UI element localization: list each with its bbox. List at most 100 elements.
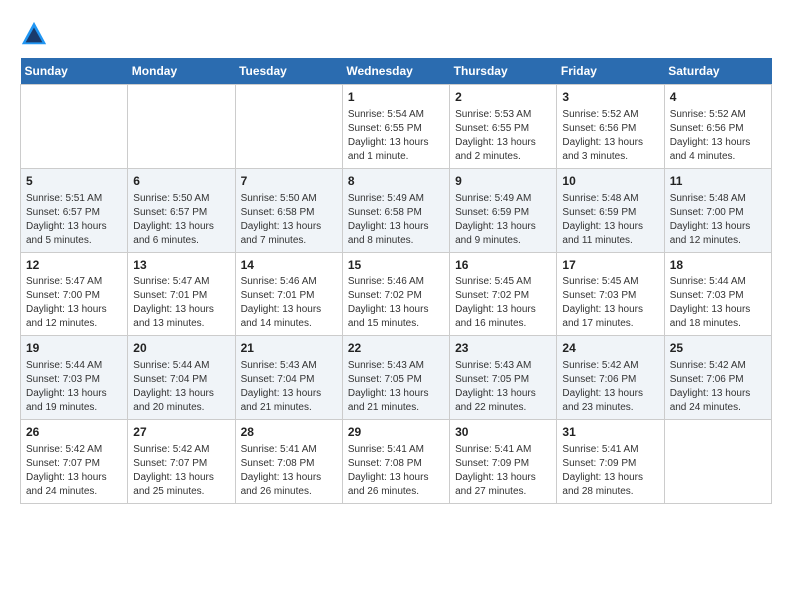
calendar-cell: 8 Sunrise: 5:49 AMSunset: 6:58 PMDaylight… [342,168,449,252]
day-content: Sunrise: 5:52 AMSunset: 6:56 PMDaylight:… [562,108,658,164]
day-number: 18 [670,257,766,274]
day-number: 13 [133,257,229,274]
calendar-cell: 30Sunrise: 5:41 AMSunset: 7:09 PMDayligh… [450,420,557,504]
calendar-cell: 3 Sunrise: 5:52 AMSunset: 6:56 PMDaylight… [557,85,664,169]
day-content: Sunrise: 5:49 AMSunset: 6:58 PMDaylight:… [348,192,444,248]
calendar-cell: 25 Sunrise: 5:42 AMSunset: 7:06 PMDayligh… [664,336,771,420]
day-content: Sunrise: 5:45 AMSunset: 7:03 PMDaylight:… [562,275,658,331]
day-number: 19 [26,340,122,357]
day-content: Sunrise: 5:44 AMSunset: 7:03 PMDaylight:… [670,275,766,331]
day-number: 6 [133,173,229,190]
day-number: 29 [348,424,444,441]
day-number: 22 [348,340,444,357]
calendar-cell: 28 Sunrise: 5:41 AMSunset: 7:08 PMDayligh… [235,420,342,504]
day-content: Sunrise: 5:47 AMSunset: 7:00 PMDaylight:… [26,275,122,331]
calendar-cell: 1 Sunrise: 5:54 AMSunset: 6:55 PMDaylight… [342,85,449,169]
calendar-cell: 13Sunrise: 5:47 AMSunset: 7:01 PMDayligh… [128,252,235,336]
day-content: Sunrise: 5:48 AMSunset: 7:00 PMDaylight:… [670,192,766,248]
day-number: 26 [26,424,122,441]
day-content: Sunrise: 5:47 AMSunset: 7:01 PMDaylight:… [133,275,229,331]
calendar-cell: 7 Sunrise: 5:50 AMSunset: 6:58 PMDaylight… [235,168,342,252]
calendar-header-monday: Monday [128,58,235,85]
calendar-cell: 24 Sunrise: 5:42 AMSunset: 7:06 PMDayligh… [557,336,664,420]
calendar-cell: 18Sunrise: 5:44 AMSunset: 7:03 PMDayligh… [664,252,771,336]
day-content: Sunrise: 5:46 AMSunset: 7:02 PMDaylight:… [348,275,444,331]
day-content: Sunrise: 5:54 AMSunset: 6:55 PMDaylight:… [348,108,444,164]
calendar-header-wednesday: Wednesday [342,58,449,85]
calendar-body: 1 Sunrise: 5:54 AMSunset: 6:55 PMDaylight… [21,85,772,504]
day-content: Sunrise: 5:43 AMSunset: 7:04 PMDaylight:… [241,359,337,415]
day-number: 25 [670,340,766,357]
calendar-cell: 12Sunrise: 5:47 AMSunset: 7:00 PMDayligh… [21,252,128,336]
day-content: Sunrise: 5:43 AMSunset: 7:05 PMDaylight:… [348,359,444,415]
day-number: 3 [562,89,658,106]
day-content: Sunrise: 5:42 AMSunset: 7:07 PMDaylight:… [26,443,122,499]
day-content: Sunrise: 5:46 AMSunset: 7:01 PMDaylight:… [241,275,337,331]
day-number: 20 [133,340,229,357]
calendar-table: SundayMondayTuesdayWednesdayThursdayFrid… [20,58,772,504]
day-number: 8 [348,173,444,190]
day-content: Sunrise: 5:41 AMSunset: 7:08 PMDaylight:… [241,443,337,499]
calendar-header-sunday: Sunday [21,58,128,85]
calendar-week-row: 5Sunrise: 5:51 AMSunset: 6:57 PMDaylight… [21,168,772,252]
day-number: 23 [455,340,551,357]
day-content: Sunrise: 5:53 AMSunset: 6:55 PMDaylight:… [455,108,551,164]
calendar-header-saturday: Saturday [664,58,771,85]
day-number: 2 [455,89,551,106]
calendar-cell: 16Sunrise: 5:45 AMSunset: 7:02 PMDayligh… [450,252,557,336]
calendar-cell: 11 Sunrise: 5:48 AMSunset: 7:00 PMDayligh… [664,168,771,252]
calendar-week-row: 19 Sunrise: 5:44 AMSunset: 7:03 PMDayligh… [21,336,772,420]
calendar-cell: 14Sunrise: 5:46 AMSunset: 7:01 PMDayligh… [235,252,342,336]
day-content: Sunrise: 5:42 AMSunset: 7:06 PMDaylight:… [670,359,766,415]
day-content: Sunrise: 5:41 AMSunset: 7:08 PMDaylight:… [348,443,444,499]
day-content: Sunrise: 5:52 AMSunset: 6:56 PMDaylight:… [670,108,766,164]
calendar-cell: 17Sunrise: 5:45 AMSunset: 7:03 PMDayligh… [557,252,664,336]
day-content: Sunrise: 5:41 AMSunset: 7:09 PMDaylight:… [562,443,658,499]
day-content: Sunrise: 5:49 AMSunset: 6:59 PMDaylight:… [455,192,551,248]
calendar-week-row: 12Sunrise: 5:47 AMSunset: 7:00 PMDayligh… [21,252,772,336]
calendar-week-row: 1 Sunrise: 5:54 AMSunset: 6:55 PMDaylight… [21,85,772,169]
calendar-cell: 20Sunrise: 5:44 AMSunset: 7:04 PMDayligh… [128,336,235,420]
day-number: 1 [348,89,444,106]
calendar-header-friday: Friday [557,58,664,85]
calendar-cell: 27Sunrise: 5:42 AMSunset: 7:07 PMDayligh… [128,420,235,504]
calendar-cell [235,85,342,169]
day-number: 17 [562,257,658,274]
calendar-cell: 2 Sunrise: 5:53 AMSunset: 6:55 PMDaylight… [450,85,557,169]
day-number: 24 [562,340,658,357]
calendar-header-tuesday: Tuesday [235,58,342,85]
calendar-cell: 22 Sunrise: 5:43 AMSunset: 7:05 PMDayligh… [342,336,449,420]
page-header [20,20,772,48]
day-content: Sunrise: 5:42 AMSunset: 7:06 PMDaylight:… [562,359,658,415]
day-number: 7 [241,173,337,190]
day-number: 31 [562,424,658,441]
day-number: 11 [670,173,766,190]
day-content: Sunrise: 5:50 AMSunset: 6:57 PMDaylight:… [133,192,229,248]
calendar-cell: 5Sunrise: 5:51 AMSunset: 6:57 PMDaylight… [21,168,128,252]
calendar-cell: 21 Sunrise: 5:43 AMSunset: 7:04 PMDayligh… [235,336,342,420]
day-number: 21 [241,340,337,357]
day-number: 9 [455,173,551,190]
calendar-cell: 29 Sunrise: 5:41 AMSunset: 7:08 PMDayligh… [342,420,449,504]
calendar-cell [664,420,771,504]
day-number: 27 [133,424,229,441]
day-number: 4 [670,89,766,106]
day-content: Sunrise: 5:51 AMSunset: 6:57 PMDaylight:… [26,192,122,248]
day-content: Sunrise: 5:48 AMSunset: 6:59 PMDaylight:… [562,192,658,248]
day-number: 15 [348,257,444,274]
calendar-cell: 10 Sunrise: 5:48 AMSunset: 6:59 PMDayligh… [557,168,664,252]
day-number: 28 [241,424,337,441]
calendar-header-thursday: Thursday [450,58,557,85]
day-content: Sunrise: 5:41 AMSunset: 7:09 PMDaylight:… [455,443,551,499]
day-content: Sunrise: 5:44 AMSunset: 7:03 PMDaylight:… [26,359,122,415]
day-content: Sunrise: 5:45 AMSunset: 7:02 PMDaylight:… [455,275,551,331]
calendar-cell [21,85,128,169]
calendar-cell: 4 Sunrise: 5:52 AMSunset: 6:56 PMDaylight… [664,85,771,169]
day-content: Sunrise: 5:50 AMSunset: 6:58 PMDaylight:… [241,192,337,248]
calendar-week-row: 26 Sunrise: 5:42 AMSunset: 7:07 PMDayligh… [21,420,772,504]
day-number: 10 [562,173,658,190]
calendar-cell: 26 Sunrise: 5:42 AMSunset: 7:07 PMDayligh… [21,420,128,504]
day-content: Sunrise: 5:43 AMSunset: 7:05 PMDaylight:… [455,359,551,415]
calendar-cell: 9 Sunrise: 5:49 AMSunset: 6:59 PMDaylight… [450,168,557,252]
calendar-cell: 15Sunrise: 5:46 AMSunset: 7:02 PMDayligh… [342,252,449,336]
